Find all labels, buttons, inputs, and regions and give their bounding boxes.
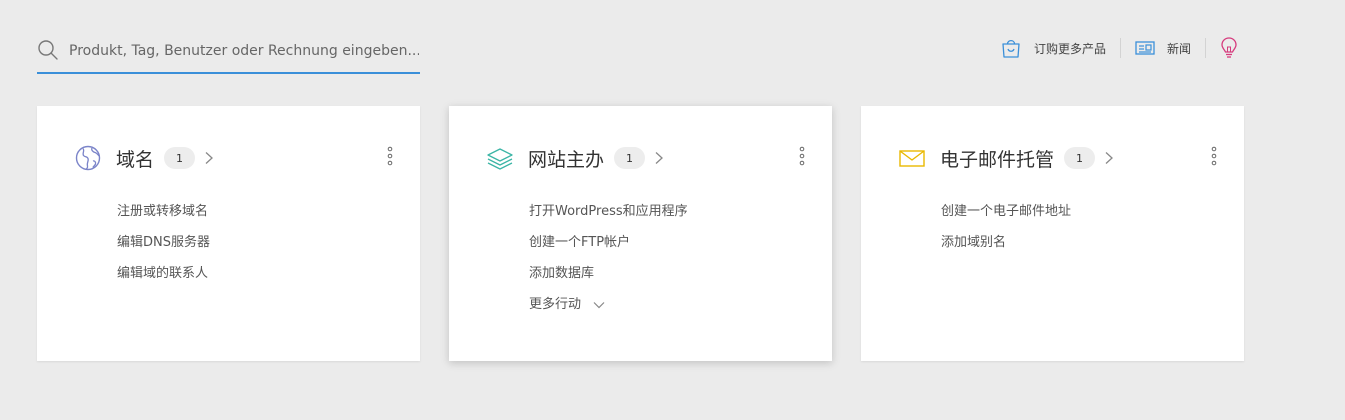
kebab-menu-icon[interactable] [386,146,394,166]
search-bar [37,30,421,74]
layers-icon [487,148,513,170]
divider [1120,38,1122,58]
create-email-address-link[interactable]: 创建一个电子邮件地址 [941,196,1071,227]
count-badge: 1 [1064,147,1096,169]
more-actions-dropdown[interactable]: 更多行动 [529,289,688,320]
chevron-right-icon[interactable] [1104,151,1114,165]
chevron-down-icon [593,301,605,308]
order-more-products-link[interactable]: 订购更多产品 [1000,37,1106,59]
card-actions: 创建一个电子邮件地址 添加域别名 [941,196,1071,258]
add-database-link[interactable]: 添加数据库 [529,258,688,289]
chevron-right-icon[interactable] [654,151,664,165]
domains-card: 域名 1 注册或转移域名 编辑DNS服务器 编辑域的联系人 [37,106,420,361]
shopping-bag-icon [1002,39,1020,58]
search-input[interactable] [67,38,421,64]
chevron-right-icon[interactable] [204,151,214,165]
edit-domain-contacts-link[interactable]: 编辑域的联系人 [117,258,210,289]
card-title[interactable]: 域名 [116,145,154,172]
news-label: 新闻 [1167,41,1192,56]
card-actions: 打开WordPress和应用程序 创建一个FTP帐户 添加数据库 更多行动 [529,196,688,320]
kebab-menu-icon[interactable] [1210,146,1218,166]
top-actions: 订购更多产品 新闻 [1000,36,1238,60]
open-wordpress-apps-link[interactable]: 打开WordPress和应用程序 [529,196,688,227]
kebab-menu-icon[interactable] [798,146,806,166]
news-link[interactable]: 新闻 [1135,40,1191,57]
create-ftp-account-link[interactable]: 创建一个FTP帐户 [529,227,688,258]
tips-button[interactable] [1220,36,1238,60]
edit-dns-servers-link[interactable]: 编辑DNS服务器 [117,227,210,258]
globe-icon [75,145,101,171]
web-hosting-card: 网站主办 1 打开WordPress和应用程序 创建一个FTP帐户 添加数据库 … [449,106,832,361]
card-header: 网站主办 1 [486,144,664,172]
register-transfer-domain-link[interactable]: 注册或转移域名 [117,196,210,227]
email-hosting-card: 电子邮件托管 1 创建一个电子邮件地址 添加域别名 [861,106,1244,361]
card-header: 域名 1 [74,144,214,172]
newspaper-icon [1135,41,1155,55]
divider [1205,38,1207,58]
count-badge: 1 [164,147,196,169]
lightbulb-icon [1221,37,1237,58]
search-icon[interactable] [37,39,59,61]
envelope-icon [899,150,925,167]
count-badge: 1 [614,147,646,169]
add-domain-alias-link[interactable]: 添加域别名 [941,227,1071,258]
card-title[interactable]: 电子邮件托管 [940,145,1054,172]
dashboard-page: 订购更多产品 新闻 [0,0,1345,420]
card-actions: 注册或转移域名 编辑DNS服务器 编辑域的联系人 [117,196,210,289]
card-title[interactable]: 网站主办 [528,145,604,172]
more-actions-label: 更多行动 [529,297,582,312]
order-more-products-label: 订购更多产品 [1034,41,1107,56]
card-header: 电子邮件托管 1 [898,144,1114,172]
